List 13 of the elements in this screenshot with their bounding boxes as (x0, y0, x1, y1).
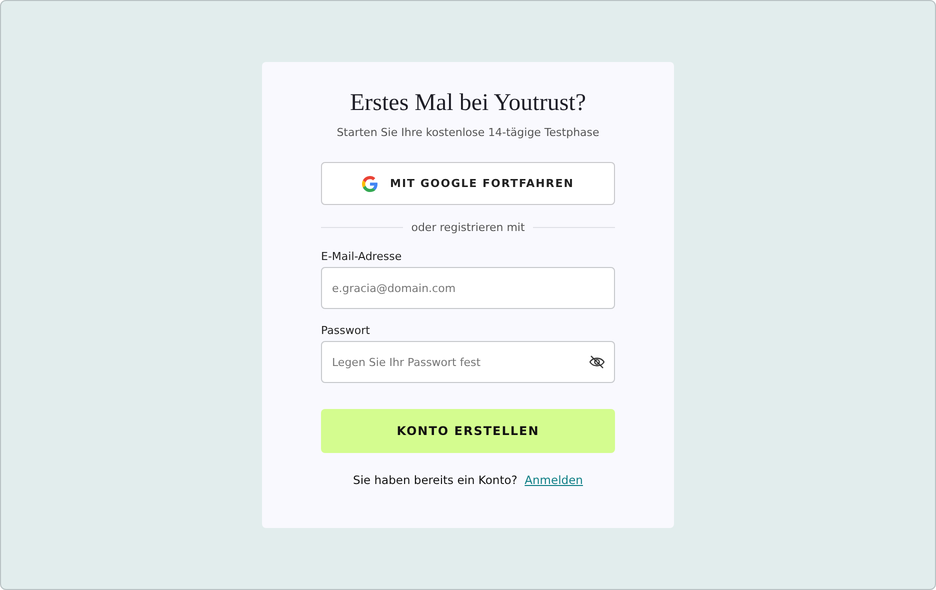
field-label: E-Mail-Adresse (321, 250, 403, 263)
eye-slash-icon[interactable] (589, 355, 605, 369)
subtitle: Starten Sie Ihre kostenlose 14-tägige Testphase (336, 126, 600, 139)
field-label: Passwort (321, 324, 371, 337)
google-button[interactable]: MIT GOOGLE FORTFAHREN (321, 162, 615, 205)
email-field[interactable]: e.gracia@domain.com (321, 267, 615, 309)
create-account-button[interactable]: KONTO ERSTELLEN (321, 409, 615, 453)
title: Erstes Mal bei Youtrust? (349, 89, 587, 118)
password-field[interactable]: Legen Sie Ihr Passwort fest (321, 341, 615, 383)
login-link[interactable]: Anmelden (524, 473, 583, 487)
google-icon (362, 176, 378, 192)
divider-text: oder registrieren mit (411, 221, 525, 234)
login-prompt: Sie haben bereits ein Konto? Anmelden (352, 473, 584, 487)
